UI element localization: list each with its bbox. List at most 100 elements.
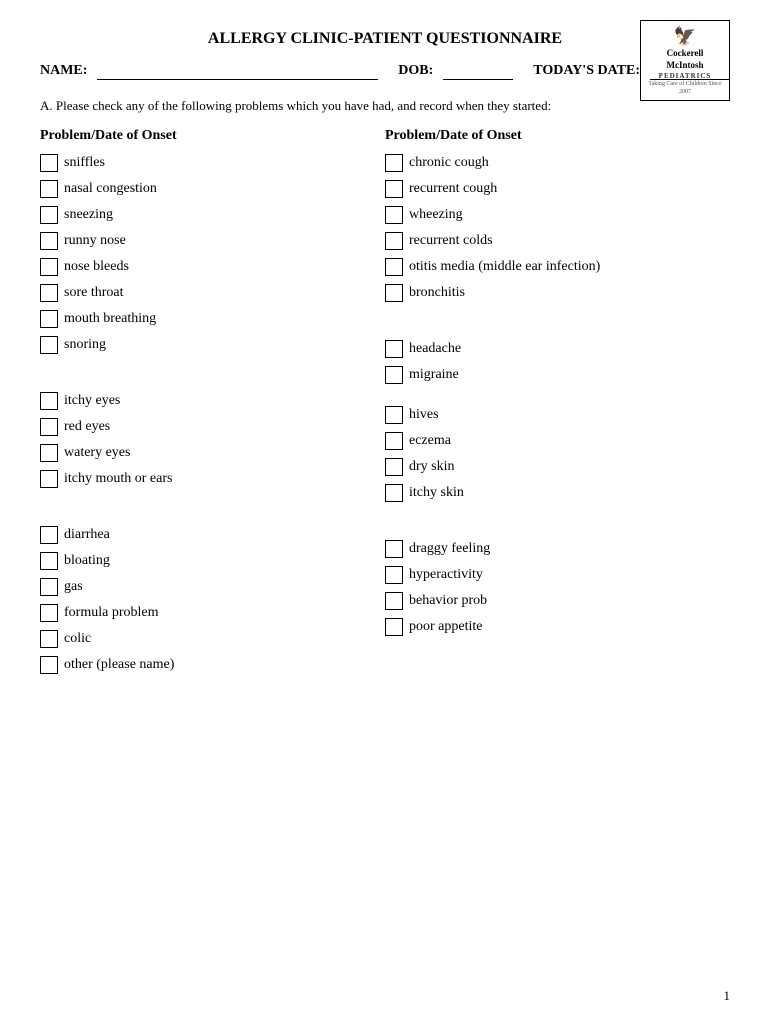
checkbox-itchy-mouth-ears[interactable] (40, 470, 58, 488)
list-item: hyperactivity (385, 566, 710, 584)
checkbox-mouth-breathing[interactable] (40, 310, 58, 328)
checkbox-recurrent-cough[interactable] (385, 180, 403, 198)
checkbox-behavior-prob[interactable] (385, 592, 403, 610)
list-item: eczema (385, 432, 710, 450)
checkbox-chronic-cough[interactable] (385, 154, 403, 172)
label-eczema: eczema (409, 433, 451, 449)
logo: 🦅 Cockerell McIntosh PEDIATRICS Taking C… (640, 20, 730, 101)
checkbox-migraine[interactable] (385, 366, 403, 384)
label-migraine: migraine (409, 367, 459, 383)
list-item: watery eyes (40, 444, 365, 462)
list-item: other (please name) (40, 656, 365, 674)
list-item: formula problem (40, 604, 365, 622)
checkbox-nose-bleeds[interactable] (40, 258, 58, 276)
checkbox-wheezing[interactable] (385, 206, 403, 224)
checkbox-snoring[interactable] (40, 336, 58, 354)
list-item: wheezing (385, 206, 710, 224)
checkbox-sneezing[interactable] (40, 206, 58, 224)
left-column: Problem/Date of Onset sniffles nasal con… (40, 128, 385, 682)
checkbox-gas[interactable] (40, 578, 58, 596)
dob-label: DOB: (398, 63, 433, 79)
list-item: runny nose (40, 232, 365, 250)
list-item: otitis media (middle ear infection) (385, 258, 710, 276)
dob-input[interactable] (443, 62, 513, 80)
page-header: ALLERGY CLINIC-PATIENT QUESTIONNAIRE 🦅 C… (40, 20, 730, 48)
label-other: other (please name) (64, 657, 174, 673)
label-gas: gas (64, 579, 83, 595)
label-diarrhea: diarrhea (64, 527, 110, 543)
checkbox-itchy-eyes[interactable] (40, 392, 58, 410)
left-col-header: Problem/Date of Onset (40, 128, 365, 144)
label-itchy-skin: itchy skin (409, 485, 464, 501)
checkbox-otitis-media[interactable] (385, 258, 403, 276)
logo-sub: PEDIATRICS (647, 72, 723, 81)
name-label: NAME: (40, 63, 87, 79)
logo-tagline: Taking Care of Children Since 2007 (647, 81, 723, 97)
list-item: gas (40, 578, 365, 596)
checkbox-bronchitis[interactable] (385, 284, 403, 302)
list-item: recurrent cough (385, 180, 710, 198)
label-draggy-feeling: draggy feeling (409, 541, 490, 557)
checkbox-eczema[interactable] (385, 432, 403, 450)
list-item: draggy feeling (385, 540, 710, 558)
label-itchy-mouth-ears: itchy mouth or ears (64, 471, 172, 487)
logo-name1: Cockerell (647, 48, 723, 60)
label-formula-problem: formula problem (64, 605, 158, 621)
list-item: nasal congestion (40, 180, 365, 198)
label-mouth-breathing: mouth breathing (64, 311, 156, 327)
label-chronic-cough: chronic cough (409, 155, 489, 171)
label-nose-bleeds: nose bleeds (64, 259, 129, 275)
checkbox-hyperactivity[interactable] (385, 566, 403, 584)
list-item: snoring (40, 336, 365, 354)
page-title: ALLERGY CLINIC-PATIENT QUESTIONNAIRE (40, 20, 730, 48)
checkbox-hives[interactable] (385, 406, 403, 424)
checkbox-itchy-skin[interactable] (385, 484, 403, 502)
label-itchy-eyes: itchy eyes (64, 393, 120, 409)
spacer (385, 310, 710, 340)
columns: Problem/Date of Onset sniffles nasal con… (40, 128, 730, 682)
list-item: recurrent colds (385, 232, 710, 250)
checkbox-bloating[interactable] (40, 552, 58, 570)
checkbox-diarrhea[interactable] (40, 526, 58, 544)
label-sniffles: sniffles (64, 155, 105, 171)
right-column: Problem/Date of Onset chronic cough recu… (385, 128, 730, 682)
list-item: mouth breathing (40, 310, 365, 328)
list-item: headache (385, 340, 710, 358)
label-runny-nose: runny nose (64, 233, 126, 249)
checkbox-watery-eyes[interactable] (40, 444, 58, 462)
checkbox-runny-nose[interactable] (40, 232, 58, 250)
checkbox-recurrent-colds[interactable] (385, 232, 403, 250)
list-item: itchy skin (385, 484, 710, 502)
checkbox-colic[interactable] (40, 630, 58, 648)
label-colic: colic (64, 631, 91, 647)
right-col-header: Problem/Date of Onset (385, 128, 710, 144)
list-item: diarrhea (40, 526, 365, 544)
checkbox-headache[interactable] (385, 340, 403, 358)
label-sore-throat: sore throat (64, 285, 123, 301)
logo-icon: 🦅 (647, 25, 723, 48)
checkbox-formula-problem[interactable] (40, 604, 58, 622)
logo-name2: McIntosh (647, 60, 723, 72)
name-line: NAME: DOB: TODAY'S DATE: (40, 58, 730, 80)
checkbox-red-eyes[interactable] (40, 418, 58, 436)
instruction: A. Please check any of the following pro… (40, 98, 730, 114)
label-bloating: bloating (64, 553, 110, 569)
label-recurrent-cough: recurrent cough (409, 181, 497, 197)
checkbox-nasal-congestion[interactable] (40, 180, 58, 198)
label-sneezing: sneezing (64, 207, 113, 223)
checkbox-sniffles[interactable] (40, 154, 58, 172)
list-item: chronic cough (385, 154, 710, 172)
list-item: itchy mouth or ears (40, 470, 365, 488)
checkbox-other[interactable] (40, 656, 58, 674)
label-headache: headache (409, 341, 461, 357)
name-input[interactable] (97, 62, 378, 80)
page-number: 1 (724, 988, 731, 1004)
checkbox-dry-skin[interactable] (385, 458, 403, 476)
checkbox-poor-appetite[interactable] (385, 618, 403, 636)
checkbox-sore-throat[interactable] (40, 284, 58, 302)
checkbox-draggy-feeling[interactable] (385, 540, 403, 558)
list-item: nose bleeds (40, 258, 365, 276)
label-hyperactivity: hyperactivity (409, 567, 483, 583)
list-item: hives (385, 406, 710, 424)
label-otitis-media: otitis media (middle ear infection) (409, 259, 600, 275)
